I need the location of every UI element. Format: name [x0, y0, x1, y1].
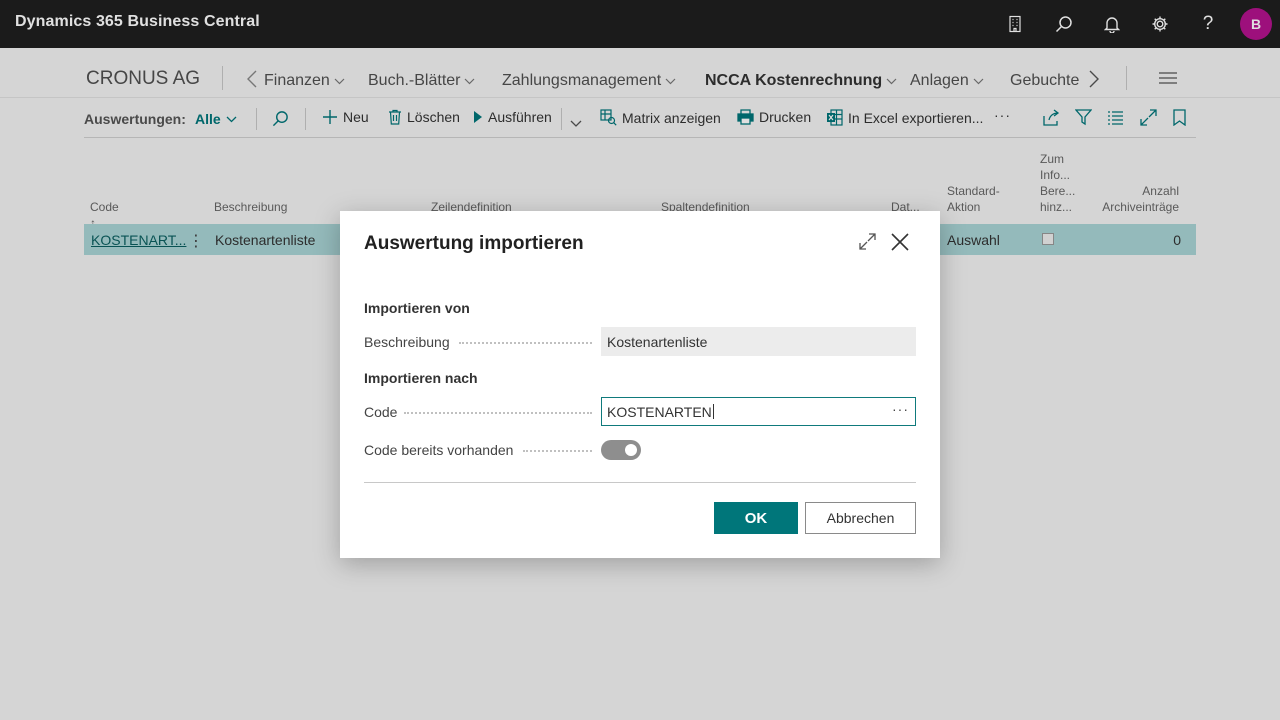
lookup-button[interactable]: ···	[892, 401, 909, 417]
field-dots	[404, 412, 592, 414]
import-dialog: Auswertung importieren Importieren von B…	[340, 211, 940, 558]
toggle-knob	[625, 444, 637, 456]
beschreibung-label: Beschreibung	[364, 334, 450, 350]
section-import-from: Importieren von	[364, 300, 470, 316]
code-label: Code	[364, 404, 398, 420]
beschreibung-field: Kostenartenliste	[601, 327, 916, 356]
ok-button[interactable]: OK	[714, 502, 798, 534]
field-dots	[523, 450, 592, 452]
dialog-title: Auswertung importieren	[364, 233, 584, 254]
code-exists-toggle[interactable]	[601, 440, 641, 460]
text-caret	[712, 404, 714, 419]
cancel-button[interactable]: Abbrechen	[805, 502, 916, 534]
field-dots	[459, 342, 592, 344]
close-icon[interactable]	[891, 233, 909, 256]
code-exists-label: Code bereits vorhanden	[364, 442, 514, 458]
expand-icon[interactable]	[859, 233, 876, 255]
code-input-value: KOSTENARTEN	[607, 404, 712, 420]
dialog-divider	[364, 482, 916, 483]
section-import-to: Importieren nach	[364, 370, 478, 386]
code-input[interactable]: KOSTENARTEN ···	[601, 397, 916, 426]
